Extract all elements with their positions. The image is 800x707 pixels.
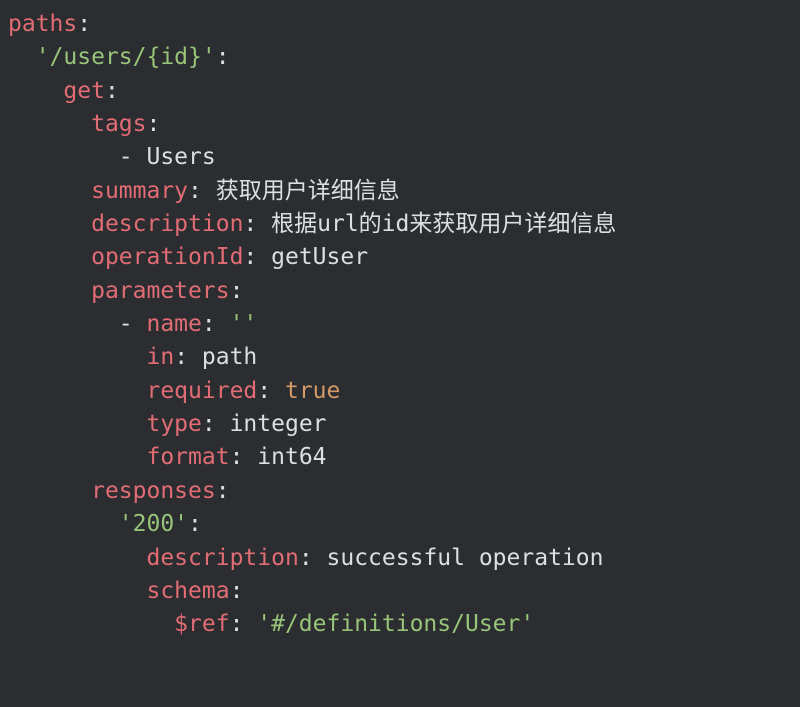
- yaml-string: '/users/{id}': [36, 44, 216, 70]
- yaml-key: in: [146, 344, 174, 370]
- yaml-value: path: [202, 344, 257, 370]
- code-line: parameters:: [0, 275, 800, 308]
- yaml-code-block: paths: '/users/{id}': get: tags: - Users…: [0, 8, 800, 642]
- yaml-value: Users: [146, 144, 215, 170]
- code-line: tags:: [0, 108, 800, 141]
- yaml-value: successful operation: [327, 545, 604, 571]
- code-line: get:: [0, 75, 800, 108]
- yaml-key: summary: [91, 178, 188, 204]
- code-line: description: 根据url的id来获取用户详细信息: [0, 208, 800, 241]
- yaml-value: getUser: [271, 244, 368, 270]
- yaml-key: schema: [146, 578, 229, 604]
- code-line: description: successful operation: [0, 542, 800, 575]
- yaml-key: format: [146, 444, 229, 470]
- yaml-key: description: [91, 211, 243, 237]
- yaml-key: $ref: [174, 611, 229, 637]
- code-line: in: path: [0, 341, 800, 374]
- yaml-key: get: [63, 78, 105, 104]
- yaml-key: operationId: [91, 244, 243, 270]
- yaml-key: tags: [91, 111, 146, 137]
- yaml-key: name: [146, 311, 201, 337]
- yaml-key: required: [146, 378, 257, 404]
- code-line: responses:: [0, 475, 800, 508]
- yaml-string: '200': [119, 511, 188, 537]
- code-line: '/users/{id}':: [0, 41, 800, 74]
- yaml-bool: true: [285, 378, 340, 404]
- yaml-key: description: [146, 545, 298, 571]
- code-line: paths:: [0, 8, 800, 41]
- code-line: - name: '': [0, 308, 800, 341]
- code-line: - Users: [0, 141, 800, 174]
- yaml-value: 获取用户详细信息: [216, 178, 400, 204]
- yaml-value: 根据url的id来获取用户详细信息: [271, 211, 616, 237]
- code-line: type: integer: [0, 408, 800, 441]
- yaml-key: responses: [91, 478, 216, 504]
- yaml-key: parameters: [91, 278, 229, 304]
- code-line: format: int64: [0, 441, 800, 474]
- yaml-value: int64: [257, 444, 326, 470]
- code-line: '200':: [0, 508, 800, 541]
- code-line: operationId: getUser: [0, 241, 800, 274]
- yaml-string: '#/definitions/User': [257, 611, 534, 637]
- code-line: schema:: [0, 575, 800, 608]
- yaml-key: paths: [8, 11, 77, 37]
- code-line: summary: 获取用户详细信息: [0, 175, 800, 208]
- yaml-key: type: [146, 411, 201, 437]
- yaml-string: '': [230, 311, 258, 337]
- code-line: $ref: '#/definitions/User': [0, 608, 800, 641]
- yaml-value: integer: [230, 411, 327, 437]
- code-line: required: true: [0, 375, 800, 408]
